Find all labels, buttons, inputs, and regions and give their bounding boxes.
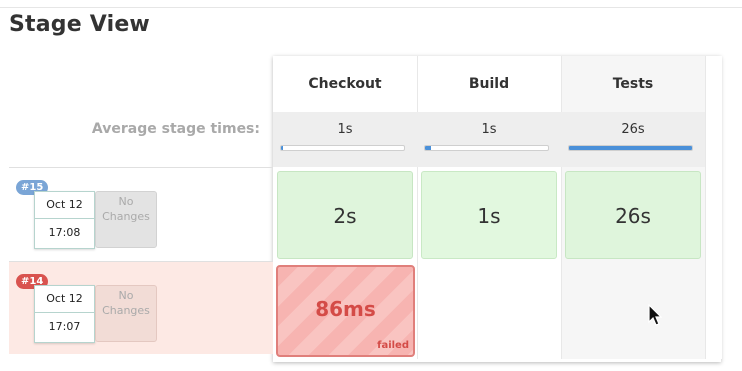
average-stage-times-label: Average stage times: [91, 121, 260, 137]
mouse-pointer-icon [648, 304, 663, 326]
run-row-14: #14 Oct 12 17:07 No Changes [9, 262, 273, 354]
stage-cell-build-run15[interactable]: 1s [421, 171, 557, 259]
stage-header-checkout[interactable]: Checkout [273, 56, 417, 112]
stage-header-build[interactable]: Build [417, 56, 561, 112]
average-time-value: 26s [621, 122, 645, 137]
average-progress-bar [568, 145, 693, 151]
average-time-build: 1s [417, 112, 561, 167]
stage-cell-checkout-run14[interactable]: 86ms failed [276, 265, 415, 357]
run-time: 17:07 [48, 320, 81, 333]
date-divider [35, 312, 94, 313]
changes-text-line2: Changes [102, 304, 150, 317]
run-row-15: #15 Oct 12 17:08 No Changes [9, 168, 273, 260]
stage-duration: 2s [333, 204, 357, 228]
average-progress-fill [569, 146, 692, 150]
stage-status-failed: failed [377, 340, 409, 351]
run-date-box: Oct 12 17:07 [34, 285, 95, 343]
stage-cell-build-run14 [421, 265, 557, 353]
changes-box[interactable]: No Changes [95, 191, 157, 248]
run-time: 17:08 [48, 226, 81, 239]
average-progress-fill [425, 146, 432, 150]
average-time-checkout: 1s [273, 112, 417, 167]
average-progress-bar [424, 145, 549, 151]
grid-right-edge [705, 56, 722, 359]
changes-box[interactable]: No Changes [95, 285, 157, 342]
average-progress-bar [280, 145, 405, 151]
run-date: Oct 12 [46, 198, 83, 211]
changes-text-line1: No [118, 195, 134, 208]
stage-cell-tests-run15[interactable]: 26s [565, 171, 701, 259]
page-title: Stage View [9, 12, 150, 37]
date-divider [35, 218, 94, 219]
stage-header-tests[interactable]: Tests [561, 56, 705, 112]
run-date: Oct 12 [46, 292, 83, 305]
changes-text-line1: No [118, 289, 134, 302]
stage-duration: 26s [615, 204, 651, 228]
average-progress-fill [281, 146, 284, 150]
stage-cell-checkout-run15[interactable]: 2s [277, 171, 413, 259]
stage-duration: 1s [477, 204, 501, 228]
stage-duration: 86ms [315, 297, 376, 321]
changes-text-line2: Changes [102, 210, 150, 223]
average-time-value: 1s [481, 122, 497, 137]
average-time-tests: 26s [561, 112, 705, 167]
header-divider [0, 7, 742, 8]
run-date-box: Oct 12 17:08 [34, 191, 95, 249]
average-time-value: 1s [337, 122, 353, 137]
stage-cell-tests-run14 [565, 265, 701, 353]
